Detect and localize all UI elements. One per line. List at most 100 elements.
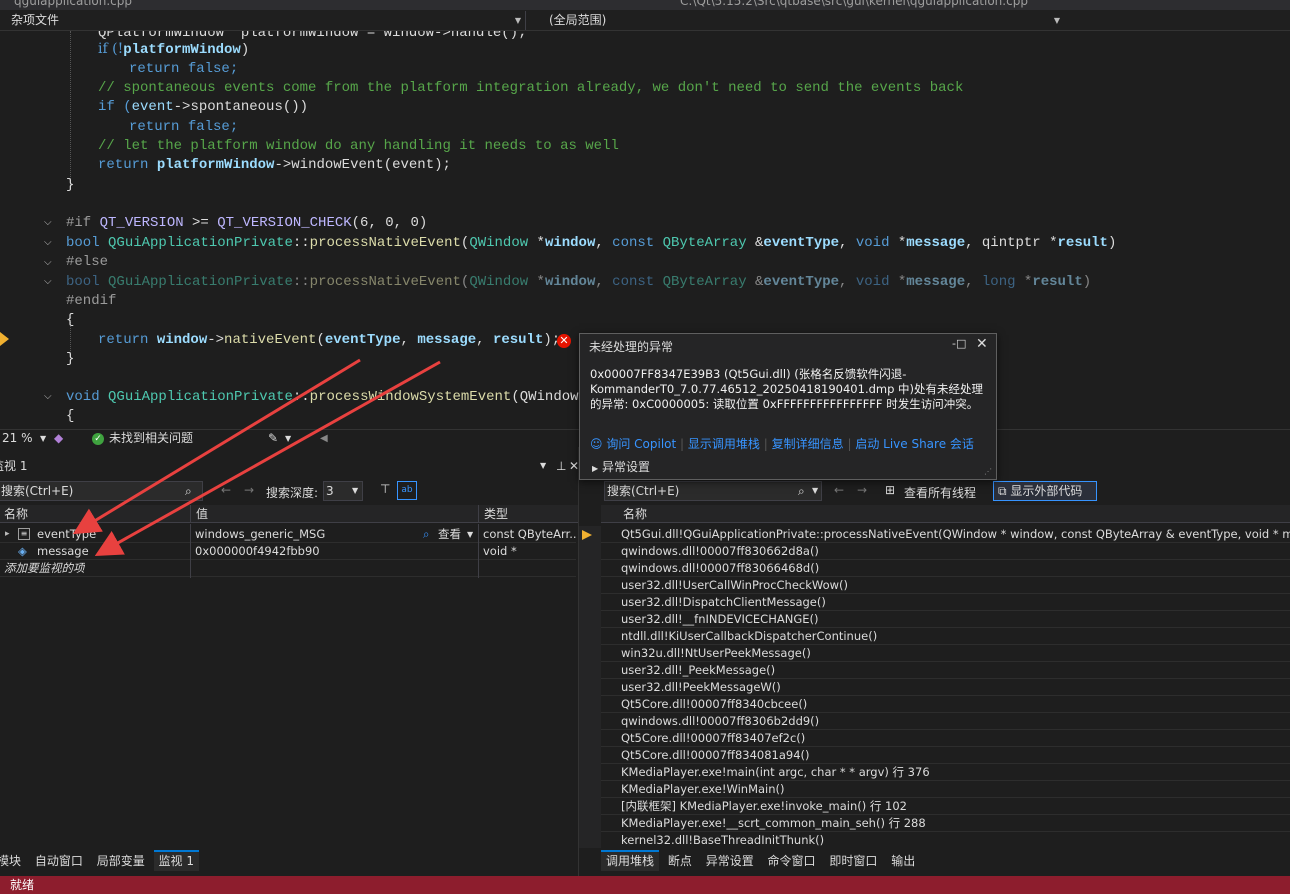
search-icon: ⌕ (185, 484, 192, 498)
back-arrow-icon[interactable]: ← (834, 483, 844, 497)
view-button[interactable]: 查看 (438, 526, 461, 542)
tab-breakpoints[interactable]: 断点 (663, 852, 697, 871)
zoom-level[interactable]: 21 % (2, 430, 33, 447)
callstack-frame[interactable]: Qt5Core.dll!00007ff83407ef2c() (601, 730, 1290, 747)
scope-dropdown[interactable]: (全局范围) ▼ (538, 11, 1064, 30)
fold-collapse-icon[interactable]: ⌵ (44, 217, 52, 228)
forward-arrow-icon[interactable]: → (857, 483, 867, 497)
document-tab-strip: qguiapplication.cpp C:\Qt\5.15.2\Src\qtb… (0, 0, 1290, 10)
chevron-down-icon[interactable]: ▼ (40, 430, 46, 447)
forward-arrow-icon[interactable]: → (244, 483, 254, 497)
live-share-link[interactable]: 启动 Live Share 会话 (855, 437, 974, 451)
callstack-frame[interactable]: KMediaPlayer.exe!__scrt_common_main_seh(… (601, 815, 1290, 832)
tab-autos[interactable]: 自动窗口 (30, 852, 88, 871)
callstack-frame[interactable]: Qt5Core.dll!00007ff834081a94() (601, 747, 1290, 764)
fold-collapse-icon[interactable]: ⌵ (44, 391, 52, 402)
chevron-down-icon[interactable]: ▼ (467, 526, 473, 542)
hex-display-icon[interactable]: ab (397, 481, 417, 500)
pin-icon[interactable]: ⊥ (556, 456, 566, 476)
callstack-frame[interactable]: user32.dll!DispatchClientMessage() (601, 594, 1290, 611)
callstack-frame[interactable]: qwindows.dll!00007ff83066468d() (601, 560, 1290, 577)
callstack-frame-label: win32u.dll!NtUserPeekMessage() (621, 646, 811, 660)
fold-collapse-icon[interactable]: ⌵ (44, 257, 52, 268)
exception-settings-expander[interactable]: ▶ 异常设置 (592, 458, 650, 475)
close-icon[interactable]: ✕ (976, 336, 988, 352)
tab-modules[interactable]: 模块 (0, 852, 26, 871)
watch-search-input[interactable]: 搜索(Ctrl+E) ⌕ (0, 481, 203, 501)
callstack-frame[interactable]: user32.dll!_PeekMessage() (601, 662, 1290, 679)
tab-locals[interactable]: 局部变量 (92, 852, 150, 871)
error-icon[interactable]: ✕ (557, 334, 571, 348)
callstack-frame[interactable]: user32.dll!PeekMessageW() (601, 679, 1290, 696)
watch-row[interactable]: ▸ ≡ eventType windows_generic_MSG ⌕ 查看 ▼… (0, 526, 576, 543)
add-watch-row[interactable]: 添加要监视的项 (0, 560, 576, 577)
back-arrow-icon[interactable]: ← (221, 483, 231, 497)
navigation-bar: 杂项文件 ▼ (全局范围) ▼ (0, 10, 1290, 31)
callstack-frame[interactable]: qwindows.dll!00007ff830662d8a() (601, 543, 1290, 560)
copilot-icon[interactable]: ◆ (54, 430, 63, 447)
callstack-frame[interactable]: user32.dll!__fnINDEVICECHANGE() (601, 611, 1290, 628)
callstack-frame-label: Qt5Core.dll!00007ff8340cbcee() (621, 697, 808, 711)
resize-grip-icon[interactable]: ⋰ (984, 467, 992, 476)
ask-copilot-link[interactable]: 询问 Copilot (606, 437, 676, 451)
callstack-frame[interactable]: KMediaPlayer.exe!WinMain() (601, 781, 1290, 798)
copilot-icon: ☺ (590, 437, 603, 451)
chevron-down-icon: ▼ (352, 486, 359, 495)
show-external-code-toggle[interactable]: ⧉ 显示外部代码 (993, 481, 1097, 501)
chevron-down-icon[interactable]: ▼ (540, 456, 546, 476)
chevron-down-icon[interactable]: ▼ (285, 430, 291, 447)
code-function-signature: bool QGuiApplicationPrivate::processNati… (66, 235, 1117, 251)
add-watch-placeholder: 添加要监视的项 (4, 561, 85, 575)
document-path-tab[interactable]: C:\Qt\5.15.2\Src\qtbase\src\gui\kernel\q… (680, 0, 1028, 8)
project-dropdown[interactable]: 杂项文件 ▼ (0, 11, 526, 30)
col-value-header[interactable]: 值 (196, 505, 208, 523)
col-name-header[interactable]: 名称 (623, 505, 647, 523)
callstack-frame[interactable]: ntdll.dll!KiUserCallbackDispatcherContin… (601, 628, 1290, 645)
tab-immediate-window[interactable]: 即时窗口 (824, 852, 882, 871)
callstack-frame[interactable]: qwindows.dll!00007ff8306b2dd9() (601, 713, 1290, 730)
scroll-left-icon[interactable]: ◀ (320, 430, 328, 447)
callstack-frame-label: KMediaPlayer.exe!main(int argc, char * *… (621, 765, 930, 779)
copy-details-link[interactable]: 复制详细信息 (772, 437, 844, 451)
search-depth-select[interactable]: 3 ▼ (323, 481, 363, 501)
variable-cube-icon: ◈ (18, 544, 27, 558)
callstack-frame[interactable]: Qt5Gui.dll!QGuiApplicationPrivate::proce… (601, 526, 1290, 543)
col-type-header[interactable]: 类型 (484, 505, 508, 523)
view-all-threads-button[interactable]: 查看所有线程 (904, 484, 976, 501)
code-line: return false; (129, 61, 239, 77)
expand-icon[interactable]: ▸ (5, 526, 10, 542)
watch-row-name: eventType (37, 527, 97, 541)
callstack-frame[interactable]: KMediaPlayer.exe!main(int argc, char * *… (601, 764, 1290, 781)
watch-row-type: void * (483, 544, 517, 558)
pin-icon[interactable]: ⊤ (380, 482, 390, 496)
document-tab[interactable]: qguiapplication.cpp (14, 0, 132, 8)
watch-row[interactable]: ◈ message 0x000000f4942fbb90 void * (0, 543, 576, 560)
show-callstack-link[interactable]: 显示调用堆栈 (688, 437, 760, 451)
callstack-search-input[interactable]: 搜索(Ctrl+E) ⌕ ▼ (604, 481, 822, 501)
tab-callstack[interactable]: 调用堆栈 (601, 850, 660, 871)
search-depth-label: 搜索深度: (266, 486, 319, 500)
tab-output[interactable]: 输出 (886, 852, 920, 871)
callstack-frame[interactable]: kernel32.dll!BaseThreadInitThunk() (601, 832, 1290, 848)
tab-watch1[interactable]: 监视 1 (153, 850, 199, 871)
issues-status[interactable]: 未找到相关问题 (109, 430, 193, 447)
callstack-frame-label: user32.dll!_PeekMessage() (621, 663, 776, 677)
fold-collapse-icon[interactable]: ⌵ (44, 237, 52, 248)
tab-exception-settings[interactable]: 异常设置 (701, 852, 759, 871)
callstack-frame[interactable]: Qt5Core.dll!00007ff8340cbcee() (601, 696, 1290, 713)
magnifier-icon[interactable]: ⌕ (423, 526, 429, 542)
restore-icon[interactable]: -□ (952, 337, 966, 350)
search-icon: ⌕ (798, 484, 805, 498)
tab-command-window[interactable]: 命令窗口 (763, 852, 821, 871)
callstack-frame-label: user32.dll!DispatchClientMessage() (621, 595, 826, 609)
cleanup-brush-icon[interactable]: ✎ (268, 430, 278, 447)
col-name-header[interactable]: 名称 (4, 505, 28, 523)
fold-collapse-icon[interactable]: ⌵ (44, 276, 52, 287)
callstack-frame-label: Qt5Core.dll!00007ff83407ef2c() (621, 731, 806, 745)
callstack-frame-label: KMediaPlayer.exe!WinMain() (621, 782, 785, 796)
check-icon: ✓ (92, 433, 104, 445)
callstack-frame[interactable]: [内联框架] KMediaPlayer.exe!invoke_main() 行 … (601, 798, 1290, 815)
callstack-frame[interactable]: win32u.dll!NtUserPeekMessage() (601, 645, 1290, 662)
callstack-frame[interactable]: user32.dll!UserCallWinProcCheckWow() (601, 577, 1290, 594)
code-line: { (66, 408, 75, 424)
